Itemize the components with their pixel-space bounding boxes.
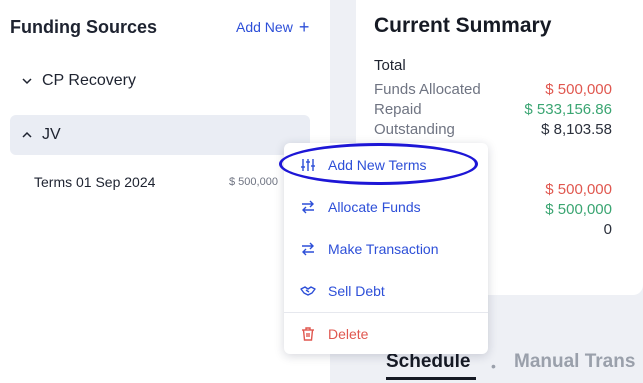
- summary-row-label: Funds Allocated: [374, 81, 481, 98]
- context-menu: Add New Terms Allocate Funds Make Transa…: [284, 143, 488, 354]
- summary-row-label: Outstanding: [374, 121, 455, 138]
- summary-row-value: $ 500,000: [545, 81, 612, 98]
- swap-arrows-icon: [300, 199, 316, 215]
- summary-row-repaid: Repaid $ 533,156.86: [374, 101, 612, 121]
- funding-sources-title: Funding Sources: [10, 17, 158, 37]
- funding-source-cp-recovery[interactable]: CP Recovery: [10, 61, 310, 101]
- chevron-down-icon: [22, 78, 32, 85]
- summary-row-outstanding: Outstanding $ 8,103.58: [374, 121, 612, 141]
- trash-icon: [300, 326, 316, 342]
- tab-active-indicator: [386, 377, 476, 380]
- add-new-label: Add New: [236, 19, 293, 35]
- menu-divider: [284, 312, 488, 313]
- plus-icon: +: [298, 17, 310, 37]
- menu-item-label: Delete: [328, 326, 369, 342]
- menu-item-sell-debt[interactable]: Sell Debt: [284, 271, 488, 311]
- handshake-icon: [300, 283, 316, 299]
- tab-separator: •: [491, 358, 496, 374]
- menu-item-label: Allocate Funds: [328, 199, 421, 215]
- summary-value: $ 500,000: [545, 181, 612, 198]
- add-new-button[interactable]: Add New +: [236, 17, 310, 37]
- tab-manual-transactions[interactable]: Manual Trans: [514, 351, 635, 373]
- swap-arrows-icon: [300, 241, 316, 257]
- menu-item-label: Sell Debt: [328, 283, 385, 299]
- sliders-icon: [300, 157, 316, 173]
- total-label: Total: [374, 57, 406, 74]
- terms-item[interactable]: Terms 01 Sep 2024: [34, 174, 155, 190]
- menu-item-delete[interactable]: Delete: [284, 314, 488, 354]
- terms-amount: $ 500,000: [229, 176, 278, 188]
- menu-item-label: Add New Terms: [328, 157, 427, 173]
- menu-item-add-new-terms[interactable]: Add New Terms: [284, 145, 488, 185]
- menu-item-allocate-funds[interactable]: Allocate Funds: [284, 187, 488, 227]
- tab-schedule[interactable]: Schedule: [386, 351, 470, 373]
- summary-value: $ 500,000: [545, 201, 612, 218]
- summary-row-value: $ 8,103.58: [541, 121, 612, 138]
- summary-value: 0: [603, 221, 612, 238]
- funding-source-name: CP Recovery: [42, 72, 136, 89]
- chevron-up-icon: [22, 131, 32, 138]
- summary-row-funds-allocated: Funds Allocated $ 500,000: [374, 81, 612, 101]
- funding-source-name: JV: [42, 126, 61, 143]
- menu-item-label: Make Transaction: [328, 241, 439, 257]
- current-summary-title: Current Summary: [374, 14, 552, 37]
- summary-row-label: Repaid: [374, 101, 422, 118]
- summary-row-value: $ 533,156.86: [524, 101, 612, 118]
- funding-source-jv[interactable]: JV: [10, 115, 310, 155]
- menu-item-make-transaction[interactable]: Make Transaction: [284, 229, 488, 269]
- funding-sources-panel: Funding Sources Add New + CP Recovery JV…: [0, 0, 330, 383]
